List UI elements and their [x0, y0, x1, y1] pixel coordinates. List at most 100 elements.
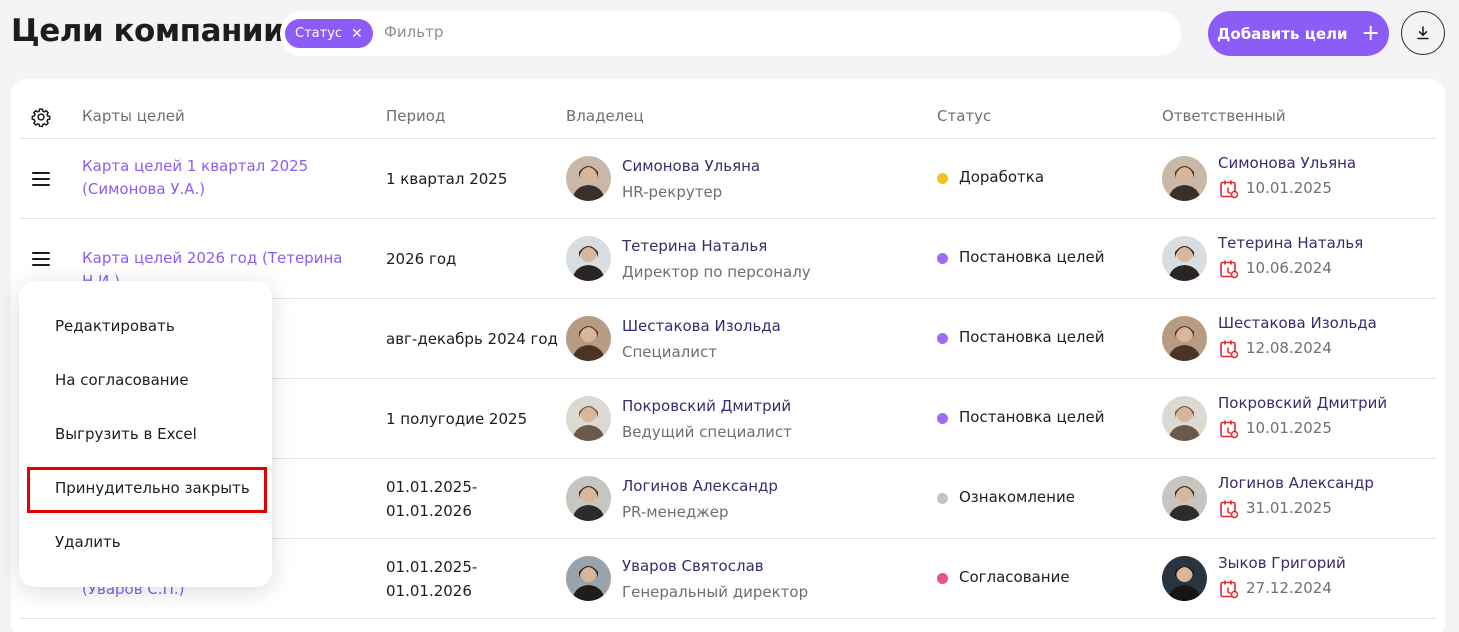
owner-name[interactable]: Уваров Святослав	[622, 557, 764, 575]
period-cell: 01.01.2025- 01.01.2026	[386, 558, 478, 600]
avatar	[566, 396, 611, 441]
add-goals-button[interactable]: Добавить цели +	[1208, 11, 1389, 56]
period-cell: 1 полугодие 2025	[386, 410, 528, 428]
status-dot	[937, 493, 948, 504]
owner-role: Генеральный директор	[622, 583, 809, 601]
status-text: Согласование	[959, 568, 1070, 586]
status-dot	[937, 413, 948, 424]
owner-role: HR-рекрутер	[622, 183, 723, 201]
close-icon[interactable]: ✕	[351, 27, 363, 41]
status-text: Постановка целей	[959, 248, 1105, 266]
page-title: Цели компании	[11, 13, 285, 49]
owner-avatar-image	[566, 556, 611, 601]
calendar-alarm-icon	[1219, 259, 1239, 283]
period-cell: 1 квартал 2025	[386, 170, 508, 188]
menu-item-delete[interactable]: Удалить	[55, 533, 121, 551]
avatar	[1162, 156, 1207, 201]
menu-item-edit[interactable]: Редактировать	[55, 317, 175, 335]
owner-name[interactable]: Логинов Александр	[622, 477, 778, 495]
status-dot	[937, 333, 948, 344]
column-header-period[interactable]: Период	[386, 107, 445, 125]
calendar-alarm-icon	[1219, 499, 1239, 523]
avatar	[566, 236, 611, 281]
responsible-name[interactable]: Шестакова Изольда	[1218, 314, 1377, 332]
responsible-name[interactable]: Покровский Дмитрий	[1218, 394, 1387, 412]
calendar-alarm-icon	[1219, 339, 1239, 363]
owner-avatar-image	[566, 396, 611, 441]
responsible-avatar-image	[1162, 236, 1207, 281]
responsible-date: 10.01.2025	[1246, 179, 1332, 197]
status-dot	[937, 253, 948, 264]
responsible-avatar-image	[1162, 476, 1207, 521]
period-cell: авг-декабрь 2024 год	[386, 330, 558, 348]
avatar	[1162, 316, 1207, 361]
goal-map-link[interactable]: Карта целей 1 квартал 2025 (Симонова У.А…	[82, 155, 382, 201]
owner-avatar-image	[566, 476, 611, 521]
responsible-date: 31.01.2025	[1246, 499, 1332, 517]
avatar	[1162, 396, 1207, 441]
owner-role: Ведущий специалист	[622, 423, 792, 441]
menu-item-send-for-approval[interactable]: На согласование	[55, 371, 189, 389]
owner-avatar-image	[566, 316, 611, 361]
status-dot	[937, 173, 948, 184]
row-menu-icon[interactable]	[32, 172, 50, 190]
top-bar: Цели компании Статус ✕ Фильтр Добавить ц…	[0, 0, 1459, 70]
owner-role: Директор по персоналу	[622, 263, 811, 281]
owner-name[interactable]: Тетерина Наталья	[622, 237, 767, 255]
period-cell: 01.01.2025- 01.01.2026	[386, 478, 478, 520]
avatar	[566, 476, 611, 521]
owner-name[interactable]: Шестакова Изольда	[622, 317, 781, 335]
download-button[interactable]	[1401, 11, 1445, 55]
menu-item-force-close[interactable]: Принудительно закрыть	[55, 479, 250, 497]
filter-bar[interactable]: Статус ✕ Фильтр	[280, 11, 1181, 56]
status-text: Постановка целей	[959, 328, 1105, 346]
table-header: Карты целей Период Владелец Статус Ответ…	[19, 97, 1436, 139]
download-icon	[1417, 26, 1429, 40]
avatar	[566, 156, 611, 201]
menu-item-export-excel[interactable]: Выгрузить в Excel	[55, 425, 197, 443]
responsible-avatar-image	[1162, 396, 1207, 441]
responsible-avatar-image	[1162, 316, 1207, 361]
plus-icon: +	[1361, 20, 1380, 46]
status-text: Доработка	[959, 168, 1045, 186]
status-text: Постановка целей	[959, 408, 1105, 426]
avatar	[1162, 556, 1207, 601]
owner-avatar-image	[566, 236, 611, 281]
responsible-avatar-image	[1162, 556, 1207, 601]
column-header-owner[interactable]: Владелец	[566, 107, 644, 125]
responsible-name[interactable]: Зыков Григорий	[1218, 554, 1346, 572]
status-filter-chip[interactable]: Статус ✕	[285, 19, 373, 48]
responsible-date: 12.08.2024	[1246, 339, 1332, 357]
row-context-menu: Редактировать На согласование Выгрузить …	[19, 281, 272, 587]
column-header-goal-maps[interactable]: Карты целей	[82, 107, 185, 125]
period-cell: 2026 год	[386, 250, 457, 268]
responsible-avatar-image	[1162, 156, 1207, 201]
goal-map-name: Карта целей 1 квартал 2025 (Симонова У.А…	[82, 157, 309, 198]
calendar-alarm-icon	[1219, 179, 1239, 203]
avatar	[566, 316, 611, 361]
responsible-name[interactable]: Логинов Александр	[1218, 474, 1374, 492]
add-goals-label: Добавить цели	[1217, 24, 1348, 43]
owner-role: PR-менеджер	[622, 503, 729, 521]
filter-input[interactable]: Фильтр	[384, 23, 443, 41]
status-chip-label: Статус	[295, 26, 343, 41]
row-menu-icon[interactable]	[32, 252, 50, 270]
gear-icon[interactable]	[31, 107, 51, 127]
responsible-name[interactable]: Симонова Ульяна	[1218, 154, 1356, 172]
owner-role: Специалист	[622, 343, 717, 361]
responsible-name[interactable]: Тетерина Наталья	[1218, 234, 1363, 252]
responsible-date: 10.06.2024	[1246, 259, 1332, 277]
column-header-responsible[interactable]: Ответственный	[1162, 107, 1286, 125]
owner-avatar-image	[566, 156, 611, 201]
avatar	[1162, 236, 1207, 281]
calendar-alarm-icon	[1219, 419, 1239, 443]
owner-name[interactable]: Покровский Дмитрий	[622, 397, 791, 415]
owner-name[interactable]: Симонова Ульяна	[622, 157, 760, 175]
status-text: Ознакомление	[959, 488, 1075, 506]
column-header-status[interactable]: Статус	[937, 107, 991, 125]
status-dot	[937, 573, 948, 584]
responsible-date: 27.12.2024	[1246, 579, 1332, 597]
table-row[interactable]: Карта целей 1 квартал 2025 (Симонова У.А…	[19, 139, 1436, 219]
avatar	[1162, 476, 1207, 521]
calendar-alarm-icon	[1219, 579, 1239, 603]
